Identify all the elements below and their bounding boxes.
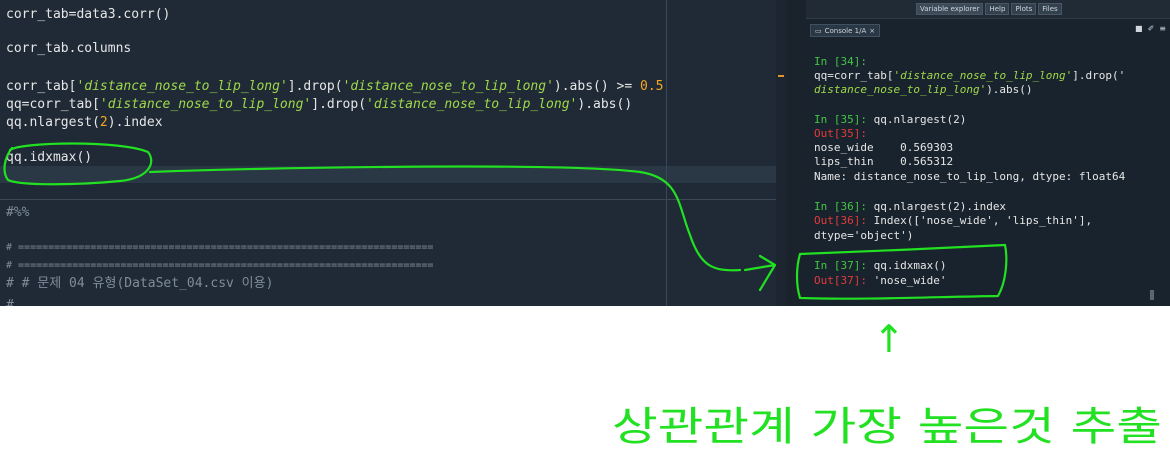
annotation-overlay: ↑ 상관관계 가장 높은것 추출 [3, 142, 1162, 450]
annotation-text: 상관관계 가장 높은것 추출 [612, 404, 1162, 450]
connector-line [148, 165, 742, 272]
highlight-box-console [795, 243, 1008, 300]
annotation-arrow-up: ↑ [873, 317, 905, 361]
highlight-ellipse-editor [3, 142, 153, 186]
arrow-head-icon [743, 254, 777, 292]
